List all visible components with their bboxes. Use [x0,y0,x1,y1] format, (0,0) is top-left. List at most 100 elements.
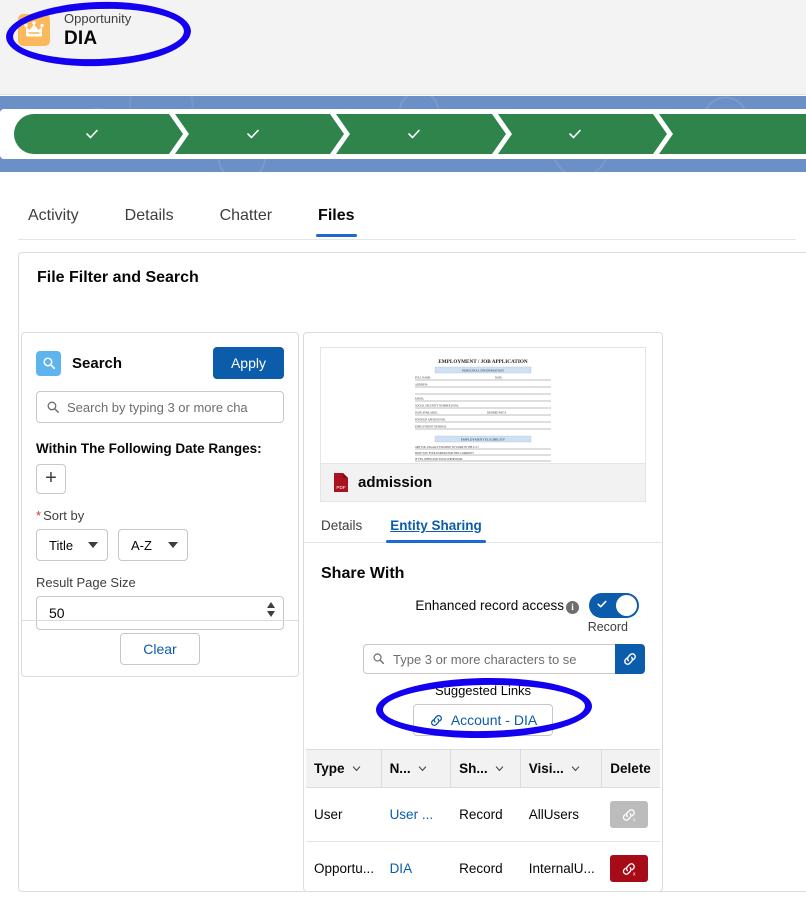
svg-text:ARE YOU LEGALLY ELIGIBLE TO WO: ARE YOU LEGALLY ELIGIBLE TO WORK IN THE … [415,446,480,449]
cell-visibility: AllUsers [528,807,580,822]
cell-delete: x [602,842,660,891]
path-card [0,109,806,159]
entity-search-input[interactable]: Type 3 or more characters to se [363,644,615,674]
check-icon [597,600,607,608]
column-header-name[interactable]: N... [382,750,452,787]
pdf-icon: PDF [334,473,348,492]
svg-text:EMAIL:: EMAIL: [415,398,425,401]
check-icon [85,129,98,139]
page-size-value: 50 [49,605,65,621]
chevron-down-icon [88,542,98,548]
file-detail-card: EMPLOYMENT / JOB APPLICATION PERSONAL IN… [303,332,663,892]
svg-text:x: x [633,871,636,876]
chevron-down-icon [418,766,426,772]
salesforce-record-page: Opportunity DIA Activity Details Chatter… [0,0,806,901]
tab-activity[interactable]: Activity [28,207,79,237]
suggested-links-section: Suggested Links Account - DIA [304,674,662,736]
path-step-1[interactable] [14,114,190,154]
tabs-divider [18,239,796,240]
record-object-label: Opportunity [64,11,132,26]
cell-visibility: InternalU... [528,861,595,876]
check-icon [246,129,259,139]
file-preview[interactable]: EMPLOYMENT / JOB APPLICATION PERSONAL IN… [320,347,646,502]
entity-search-placeholder: Type 3 or more characters to se [393,651,577,667]
enhanced-access-label: Enhanced record access [415,598,564,613]
record-header: Opportunity DIA [0,0,806,95]
stepper-up-icon[interactable] [267,602,275,608]
cell-share: Record [459,807,503,822]
column-header-share[interactable]: Sh... [451,750,521,787]
svg-text:PERSONAL INFORMATION: PERSONAL INFORMATION [462,369,504,373]
chevron-down-icon [168,542,178,548]
enhanced-access-toggle[interactable] [589,593,639,618]
path-step-3[interactable] [336,114,512,154]
svg-text:DESIRED PAY $: DESIRED PAY $ [487,412,506,415]
sub-tab-details[interactable]: Details [321,518,362,542]
svg-text:ADDRESS:: ADDRESS: [415,384,428,387]
enhanced-access-row: Enhanced record access i [304,583,662,618]
info-icon[interactable]: i [566,600,579,614]
column-label: Type [314,761,345,776]
add-date-range-button[interactable]: + [36,464,66,494]
unlink-icon: x [623,808,636,823]
share-with-title: Share With [321,565,405,582]
svg-text:EMPLOYMENT / JOB APPLICATION: EMPLOYMENT / JOB APPLICATION [438,359,528,365]
stepper-down-icon[interactable] [267,611,275,617]
sub-tab-entity-sharing[interactable]: Entity Sharing [386,518,486,543]
clear-button[interactable]: Clear [120,632,200,665]
sort-by-label: * Sort by [36,508,284,523]
apply-button[interactable]: Apply [212,347,284,379]
cell-share: Record [459,861,503,876]
sort-order-select[interactable]: A-Z [118,529,188,561]
table-row[interactable]: User User ... Record AllUsers x [306,788,660,842]
page-size-stepper[interactable] [267,602,275,617]
link-icon [430,714,442,726]
path-step-5[interactable] [658,114,806,154]
tab-details[interactable]: Details [125,207,174,237]
file-search-input[interactable]: Search by typing 3 or more cha [36,391,284,423]
filter-footer: Clear [22,620,298,676]
column-label: Visi... [528,761,564,776]
sort-by-text: Sort by [43,508,85,523]
cell-delete: x [602,788,660,841]
table-row[interactable]: Opportu... DIA Record InternalU... x [306,842,660,891]
panel-title: File Filter and Search [37,269,199,286]
column-header-type[interactable]: Type [306,750,382,787]
table-header-row: Type N... Sh... Visi... Delete [306,749,660,788]
check-icon [569,129,582,139]
chevron-down-icon [352,766,360,772]
unlink-button[interactable]: x [610,855,649,882]
file-name: admission [358,474,433,491]
link-icon [624,653,636,665]
svg-text:EMPLOYMENT DESIRED:: EMPLOYMENT DESIRED: [415,426,447,429]
svg-text:DATE:: DATE: [495,377,503,380]
search-icon [36,350,61,376]
link-button[interactable] [615,644,645,674]
search-icon [373,653,385,665]
chevron-down-icon [495,766,503,772]
column-header-visibility[interactable]: Visi... [521,750,603,787]
cell-name-link[interactable]: DIA [382,842,452,891]
path-step-2[interactable] [175,114,351,154]
file-preview-footer: PDF admission [321,463,645,501]
cell-name-link[interactable]: User ... [382,788,452,841]
required-asterisk: * [36,508,42,523]
tab-chatter[interactable]: Chatter [220,207,272,237]
sort-field-value: Title [49,537,74,553]
sort-field-select[interactable]: Title [36,529,108,561]
suggested-links-label: Suggested Links [434,683,532,698]
suggested-link-account-dia[interactable]: Account - DIA [412,704,554,736]
sort-order-value: A-Z [131,537,152,553]
tab-files[interactable]: Files [316,207,358,237]
suggested-link-label: Account - DIA [450,712,538,728]
svg-text:HAVE YOU EVER WORKED FOR THIS: HAVE YOU EVER WORKED FOR THIS COMPANY? [415,452,475,455]
path-step-4[interactable] [497,114,674,154]
toggle-sub-label: Record [587,620,628,634]
record-title: DIA [64,28,98,50]
entity-sharing-table: Type N... Sh... Visi... Delete User User… [306,749,660,891]
filter-header-label: Search [72,354,123,372]
svg-text:EMPLOYMENT ELIGIBILITY: EMPLOYMENT ELIGIBILITY [461,438,506,442]
cell-type: Opportu... [314,861,375,876]
unlink-icon: x [623,862,636,877]
opportunity-crown-icon [18,14,50,46]
